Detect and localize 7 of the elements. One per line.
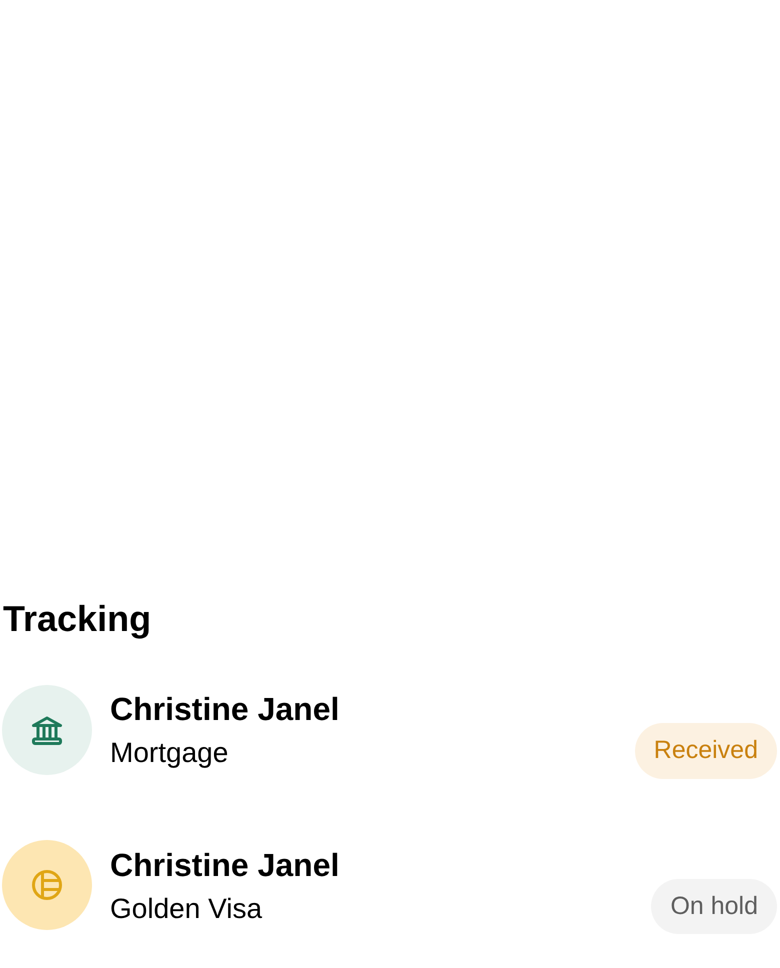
service-type: Mortgage: [110, 736, 230, 770]
section-title: Tracking: [3, 597, 152, 641]
client-name: Christine Janel: [110, 846, 340, 885]
service-type: Golden Visa: [110, 892, 264, 926]
client-name: Christine Janel: [110, 690, 340, 730]
status-badge: On hold: [651, 878, 777, 934]
status-badge: Received: [634, 723, 777, 778]
